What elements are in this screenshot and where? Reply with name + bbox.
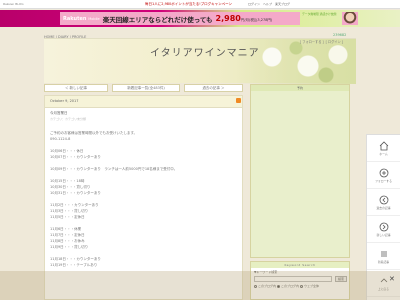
older-post-button[interactable]: 過去の記事 ＞	[184, 84, 243, 92]
home-icon	[379, 140, 388, 150]
post-list-button[interactable]: 新着記事一覧(全483件)	[112, 84, 180, 92]
ad-price: 2,980円/月(税込3,278円)	[215, 14, 273, 23]
sidebar-calendar: 予約	[250, 84, 350, 258]
ad-banner[interactable]: Rakuten Mobile 楽天回線エリアならどれだけ使っても 2,980円/…	[0, 10, 400, 27]
toolbar-newer[interactable]: 新しい記事	[367, 216, 400, 243]
toolbar-follow[interactable]: フォローする	[367, 162, 400, 189]
follow-links: [ フォローする ] [ ログイン ]	[300, 39, 343, 44]
post-category[interactable]: カテゴリ：カテゴリ未分類	[50, 116, 237, 122]
sidebar-calendar-body	[251, 91, 349, 257]
add-follow-icon	[379, 168, 388, 177]
login-button[interactable]: [ ログイン ]	[326, 39, 343, 44]
top-links: ログイン ヘルプ 楽天ブログ	[248, 2, 290, 6]
post-line: 11月19日・・・テーブルあり	[50, 263, 98, 267]
ad-logo: Rakuten Mobile	[63, 15, 100, 22]
arrow-right-icon	[379, 222, 388, 231]
toolbar-home[interactable]: ホーム	[367, 135, 400, 162]
blog-post: October 9, 2017 今月営業日 カテゴリ：カテゴリ未分類 ご予約のお…	[44, 95, 243, 300]
post-date: October 9, 2017	[50, 99, 79, 103]
post-body: 今月営業日 カテゴリ：カテゴリ未分類 ご予約のお客様は営業時間以外でもお受けいた…	[45, 108, 242, 270]
rakuten-topbar: RakutenBLOG 毎日1人に2,980ポイントが当たる!ブログキャンペーン…	[0, 0, 400, 9]
ad-inner[interactable]: Rakuten Mobile 楽天回線エリアならどれだけ使っても 2,980円/…	[60, 12, 358, 25]
campaign-banner-text[interactable]: 毎日1人に2,980ポイントが当たる!ブログキャンペーン	[145, 2, 232, 7]
rakuten-blog-logo[interactable]: RakutenBLOG	[2, 1, 24, 7]
newer-post-button[interactable]: ＜ 新しい記事	[44, 84, 108, 92]
rss-icon[interactable]	[236, 98, 241, 103]
top-link-login[interactable]: ログイン	[248, 2, 260, 6]
close-icon[interactable]: ✕	[389, 275, 395, 283]
ad-text: 楽天回線エリアならどれだけ使っても	[102, 15, 213, 24]
arrow-left-icon	[379, 195, 388, 204]
toolbar-older[interactable]: 過去の記事	[367, 189, 400, 216]
access-count: 239682	[333, 33, 347, 37]
ad-right-text: データ無制限 通話かけ放題	[302, 12, 337, 16]
bottom-ad-overlay	[0, 271, 400, 300]
post-header: October 9, 2017	[45, 96, 242, 108]
list-icon	[380, 251, 387, 256]
top-link-blog[interactable]: 楽天ブログ	[275, 2, 290, 6]
ad-model-image	[342, 12, 358, 25]
top-link-help[interactable]: ヘルプ	[263, 2, 272, 6]
toolbar-new-posts[interactable]: 新着記事	[367, 243, 400, 270]
blog-title[interactable]: イタリアワインマニア	[150, 44, 260, 59]
follow-button[interactable]: [ フォローする ]	[300, 39, 324, 44]
